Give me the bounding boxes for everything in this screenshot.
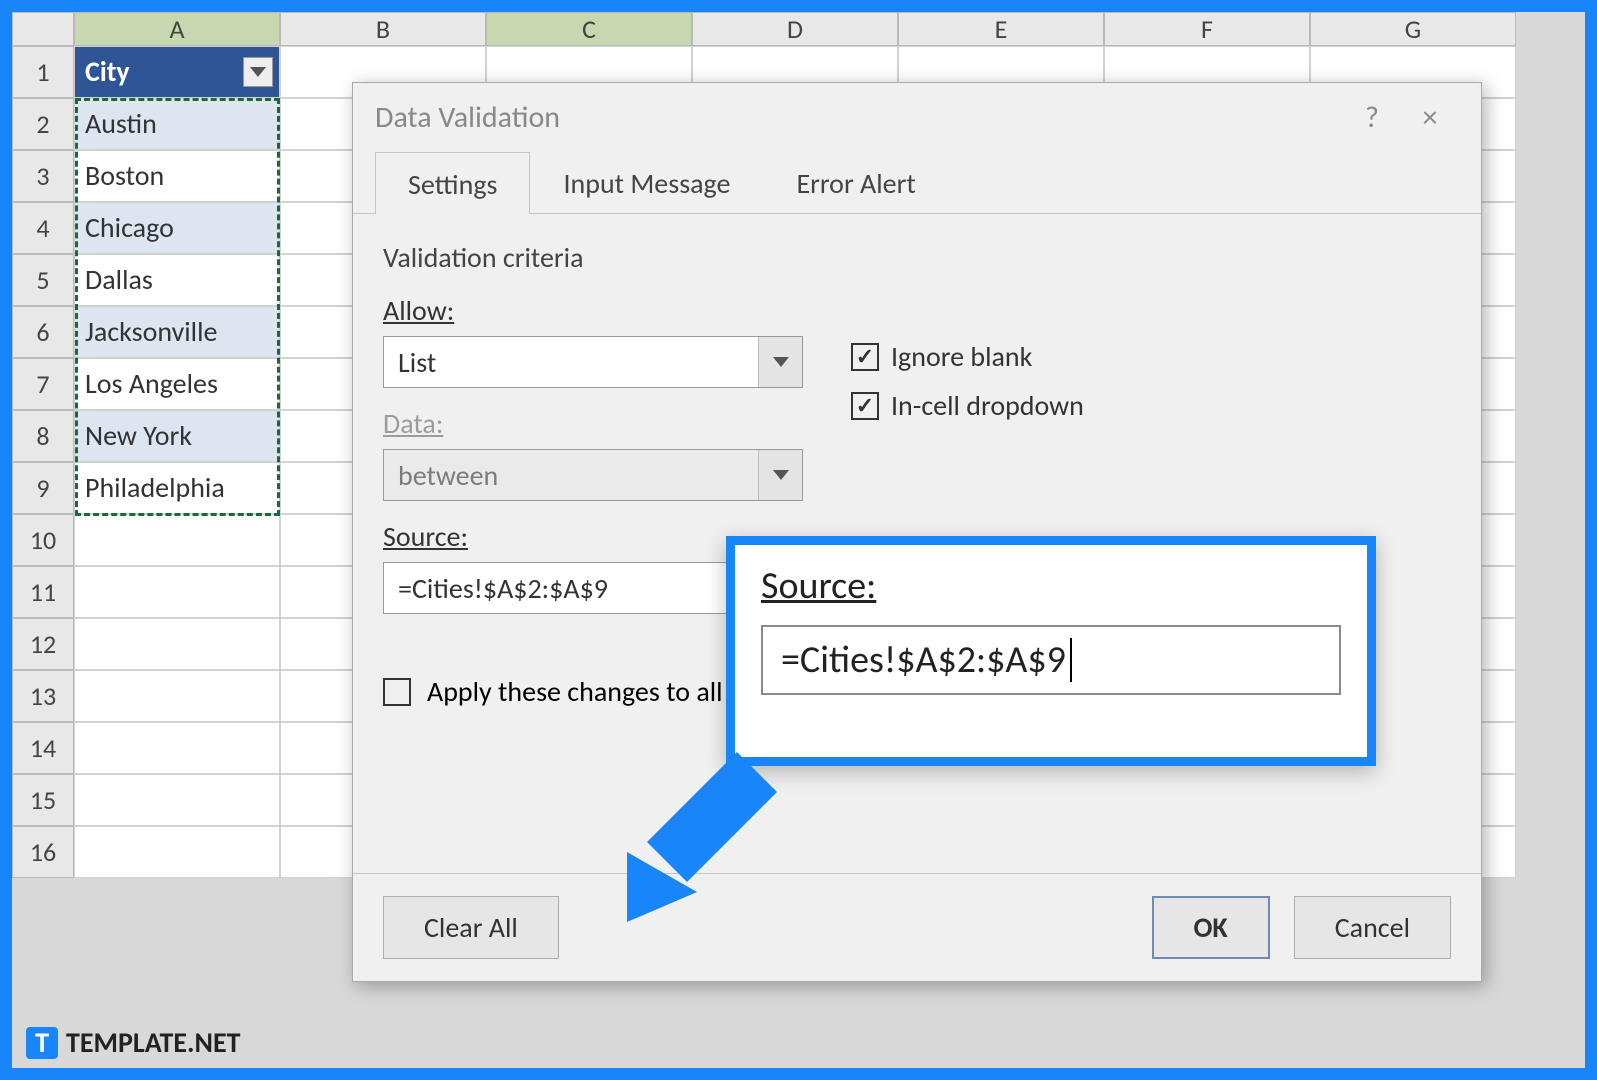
data-value: between bbox=[384, 458, 758, 493]
row-header[interactable]: 3 bbox=[12, 150, 74, 202]
row-header[interactable]: 4 bbox=[12, 202, 74, 254]
column-header-e[interactable]: E bbox=[898, 12, 1104, 46]
incell-dropdown-label: In-cell dropdown bbox=[891, 388, 1084, 423]
row-header[interactable]: 5 bbox=[12, 254, 74, 306]
column-header-f[interactable]: F bbox=[1104, 12, 1310, 46]
cell[interactable] bbox=[74, 670, 280, 722]
column-header-c[interactable]: C bbox=[486, 12, 692, 46]
tab-input-message[interactable]: Input Message bbox=[530, 151, 763, 213]
allow-select[interactable]: List bbox=[383, 336, 803, 388]
chevron-down-icon bbox=[250, 67, 266, 77]
callout-arrow-icon bbox=[567, 742, 787, 922]
data-label: Data: bbox=[383, 406, 803, 441]
column-header-d[interactable]: D bbox=[692, 12, 898, 46]
watermark-logo-icon: T bbox=[26, 1027, 58, 1059]
row-header[interactable]: 9 bbox=[12, 462, 74, 514]
watermark-text: TEMPLATE.NET bbox=[66, 1025, 240, 1060]
cell[interactable] bbox=[74, 826, 280, 878]
cell[interactable] bbox=[74, 514, 280, 566]
checkbox-checked-icon: ✓ bbox=[851, 392, 879, 420]
cell-value: City bbox=[85, 54, 130, 89]
cell-a8[interactable]: New York bbox=[74, 410, 280, 462]
row-header[interactable]: 1 bbox=[12, 46, 74, 98]
column-header-g[interactable]: G bbox=[1310, 12, 1516, 46]
cancel-button[interactable]: Cancel bbox=[1294, 896, 1451, 959]
row-header[interactable]: 15 bbox=[12, 774, 74, 826]
select-all-corner[interactable] bbox=[12, 12, 74, 46]
row-header[interactable]: 13 bbox=[12, 670, 74, 722]
tab-settings[interactable]: Settings bbox=[375, 152, 530, 214]
help-icon[interactable]: ? bbox=[1343, 99, 1401, 136]
source-callout: Source: =Cities!$A$2:$A$9 bbox=[726, 536, 1376, 766]
row-header[interactable]: 16 bbox=[12, 826, 74, 878]
cell-a4[interactable]: Chicago bbox=[74, 202, 280, 254]
cell-a7[interactable]: Los Angeles bbox=[74, 358, 280, 410]
allow-value: List bbox=[384, 345, 758, 380]
cell[interactable] bbox=[74, 774, 280, 826]
close-icon[interactable]: × bbox=[1401, 99, 1459, 136]
row-header[interactable]: 8 bbox=[12, 410, 74, 462]
callout-label: Source: bbox=[761, 563, 1341, 609]
row-header[interactable]: 14 bbox=[12, 722, 74, 774]
cell[interactable] bbox=[74, 722, 280, 774]
row-header[interactable]: 12 bbox=[12, 618, 74, 670]
column-header-a[interactable]: A bbox=[74, 12, 280, 46]
cell-a2[interactable]: Austin bbox=[74, 98, 280, 150]
dialog-titlebar[interactable]: Data Validation ? × bbox=[353, 83, 1481, 151]
incell-dropdown-checkbox[interactable]: ✓ In-cell dropdown bbox=[851, 388, 1451, 423]
row-header[interactable]: 10 bbox=[12, 514, 74, 566]
cell-a5[interactable]: Dallas bbox=[74, 254, 280, 306]
cell[interactable] bbox=[74, 566, 280, 618]
source-value: =Cities!$A$2:$A$9 bbox=[398, 571, 608, 606]
dialog-title: Data Validation bbox=[375, 99, 1343, 136]
data-select: between bbox=[383, 449, 803, 501]
cell-a1[interactable]: City bbox=[74, 46, 280, 98]
row-header[interactable]: 2 bbox=[12, 98, 74, 150]
checkbox-checked-icon: ✓ bbox=[851, 343, 879, 371]
cell[interactable] bbox=[74, 618, 280, 670]
callout-input: =Cities!$A$2:$A$9 bbox=[761, 625, 1341, 695]
chevron-down-icon bbox=[773, 357, 789, 367]
row-header[interactable]: 11 bbox=[12, 566, 74, 618]
chevron-down-icon bbox=[773, 470, 789, 480]
allow-dropdown-button[interactable] bbox=[758, 337, 802, 387]
allow-label: Allow: bbox=[383, 293, 803, 328]
cell-a3[interactable]: Boston bbox=[74, 150, 280, 202]
ok-button[interactable]: OK bbox=[1152, 896, 1270, 959]
watermark: T TEMPLATE.NET bbox=[26, 1025, 240, 1060]
clear-all-button[interactable]: Clear All bbox=[383, 896, 559, 959]
column-header-b[interactable]: B bbox=[280, 12, 486, 46]
filter-dropdown-button[interactable] bbox=[243, 57, 273, 87]
dialog-tabs: Settings Input Message Error Alert bbox=[353, 151, 1481, 214]
ignore-blank-checkbox[interactable]: ✓ Ignore blank bbox=[851, 339, 1451, 374]
data-validation-dialog: Data Validation ? × Settings Input Messa… bbox=[352, 82, 1482, 982]
tab-error-alert[interactable]: Error Alert bbox=[763, 151, 948, 213]
cell-a9[interactable]: Philadelphia bbox=[74, 462, 280, 514]
validation-criteria-label: Validation criteria bbox=[383, 240, 1451, 275]
row-header[interactable]: 7 bbox=[12, 358, 74, 410]
data-dropdown-button bbox=[758, 450, 802, 500]
row-header[interactable]: 6 bbox=[12, 306, 74, 358]
ignore-blank-label: Ignore blank bbox=[891, 339, 1032, 374]
checkbox-unchecked-icon bbox=[383, 678, 411, 706]
cell-a6[interactable]: Jacksonville bbox=[74, 306, 280, 358]
